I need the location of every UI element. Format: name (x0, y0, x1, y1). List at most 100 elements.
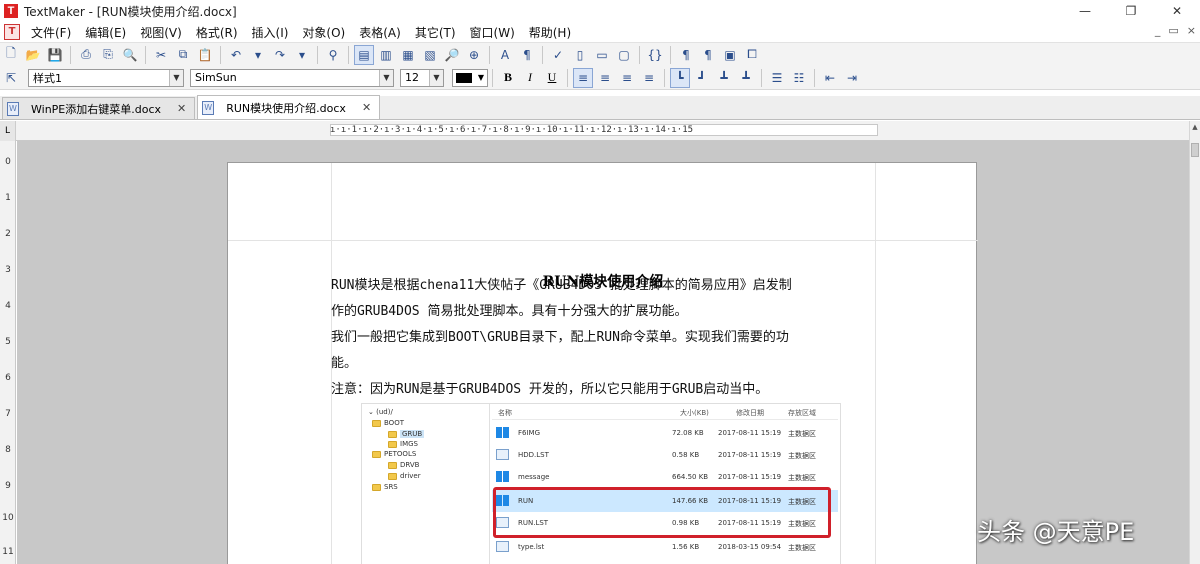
decimal-tab-icon[interactable]: ┻ (736, 68, 756, 88)
horizontal-ruler[interactable]: L ı·ı·1·ı·2·ı·3·ı·4·ı·5·ı·6·ı·7·ı·8·ı·9·… (0, 121, 1200, 141)
decrease-indent-icon[interactable]: ⇤ (820, 68, 840, 88)
close-button[interactable]: ✕ (1154, 0, 1200, 22)
find-binoculars-icon[interactable]: ⚲ (323, 45, 343, 65)
table-icon[interactable]: ▭ (592, 45, 612, 65)
toolbar-separator (145, 45, 146, 64)
menu-insert[interactable]: 插入(I) (245, 24, 296, 41)
undo-icon[interactable]: ↶ (226, 45, 246, 65)
menu-format[interactable]: 格式(R) (189, 24, 245, 41)
paste-icon[interactable]: 📋 (195, 45, 215, 65)
print-preview-icon[interactable]: 🔍 (120, 45, 140, 65)
hidden-text-icon[interactable]: ¶ (698, 45, 718, 65)
cut-icon[interactable]: ✂ (151, 45, 171, 65)
tab-close-icon[interactable]: ✕ (177, 102, 186, 115)
normal-view-icon[interactable]: ▤ (354, 44, 374, 65)
open-folder-icon[interactable]: 📂 (23, 45, 43, 65)
document-workspace[interactable]: RUN模块使用介绍 RUN模块是根据chena11大侠帖子《GRUB4DOS 批… (17, 141, 1189, 564)
export-pdf-icon[interactable]: ⎘ (98, 45, 118, 65)
center-tab-icon[interactable]: ┻ (714, 68, 734, 88)
save-icon[interactable]: 💾 (45, 45, 65, 65)
chevron-down-icon: ▼ (477, 73, 485, 82)
font-color-swatch (456, 72, 472, 83)
align-center-icon[interactable]: ≡ (595, 68, 615, 88)
ruler-number: 8 (5, 445, 11, 455)
new-document-icon[interactable]: 🗋 (1, 45, 21, 65)
watermark-text: 头条 @天意PE (977, 518, 1135, 546)
zoom-options-icon[interactable]: ⊕ (464, 45, 484, 65)
undo-dropdown-icon[interactable]: ▾ (248, 45, 268, 65)
paragraph-line[interactable]: RUN模块是根据chena11大侠帖子《GRUB4DOS 批处理脚本的简易应用》… (331, 273, 876, 299)
increase-indent-icon[interactable]: ⇥ (842, 68, 862, 88)
menu-edit[interactable]: 编辑(E) (78, 24, 133, 41)
redo-icon[interactable]: ↷ (270, 45, 290, 65)
tab-run-doc[interactable]: W RUN模块使用介绍.docx ✕ (197, 95, 381, 119)
templates-icon[interactable]: ⧠ (742, 45, 762, 65)
font-size-select[interactable]: 12 ▼ (400, 68, 444, 87)
paragraph-line[interactable]: 我们一般把它集成到BOOT\GRUB目录下，配上RUN命令菜单。实现我们需要的功 (331, 325, 876, 351)
align-left-icon[interactable]: ≡ (573, 67, 593, 88)
tab-winpe-doc[interactable]: W WinPE添加右键菜单.docx ✕ (2, 97, 196, 119)
scroll-up-icon[interactable]: ▲ (1191, 123, 1199, 131)
numbered-list-icon[interactable]: ☰ (767, 68, 787, 88)
tab-stop-selector[interactable]: L (0, 121, 16, 141)
column-header: 名称 (498, 409, 512, 417)
document-page[interactable]: RUN模块使用介绍 RUN模块是根据chena11大侠帖子《GRUB4DOS 批… (227, 162, 978, 564)
pointer-icon[interactable]: ⇱ (1, 68, 21, 88)
redo-dropdown-icon[interactable]: ▾ (292, 45, 312, 65)
menu-window[interactable]: 窗口(W) (463, 24, 522, 41)
justify-icon[interactable]: ≡ (639, 68, 659, 88)
spell-check-icon[interactable]: ✓ (548, 45, 568, 65)
menu-table[interactable]: 表格(A) (352, 24, 408, 41)
paragraph-line[interactable]: 作的GRUB4DOS 简易批处理脚本。具有十分强大的扩展功能。 (331, 299, 876, 325)
embedded-screenshot[interactable]: ⌄ (ud)/ BOOT GRUB IMGS PETOOLS DRVB driv… (361, 403, 841, 564)
menu-other[interactable]: 其它(T) (408, 24, 463, 41)
paragraph-line[interactable]: 能。 (331, 351, 876, 377)
copy-icon[interactable]: ⧉ (173, 45, 193, 65)
align-right-icon[interactable]: ≡ (617, 68, 637, 88)
page-view-icon[interactable]: ▧ (420, 45, 440, 65)
minimize-button[interactable]: — (1062, 0, 1108, 22)
text-file-icon (496, 541, 509, 552)
bulleted-list-icon[interactable]: ☷ (789, 68, 809, 88)
style-select[interactable]: 样式1 ▼ (28, 68, 184, 87)
master-page-icon[interactable]: ▦ (398, 45, 418, 65)
toolbar-separator (489, 45, 490, 64)
menu-object[interactable]: 对象(O) (295, 24, 352, 41)
folder-icon (372, 483, 381, 491)
document-properties-icon[interactable]: ▣ (720, 45, 740, 65)
bold-button[interactable]: B (498, 68, 518, 88)
show-formatting-icon[interactable]: ¶ (676, 45, 696, 65)
doc-close-button[interactable]: × (1187, 24, 1196, 37)
columns-icon[interactable]: ▯ (570, 45, 590, 65)
italic-button[interactable]: I (520, 68, 540, 88)
right-tab-icon[interactable]: ┛ (692, 68, 712, 88)
paragraph-format-icon[interactable]: ¶ (517, 45, 537, 65)
doc-minimize-button[interactable]: _ (1155, 24, 1161, 37)
font-select[interactable]: SimSun ▼ (190, 68, 394, 87)
frame-icon[interactable]: ▢ (614, 45, 634, 65)
doc-restore-button[interactable]: ▭ (1168, 24, 1178, 37)
close-icon: ✕ (1171, 4, 1183, 18)
vertical-scrollbar[interactable]: ▲ (1189, 121, 1200, 564)
menu-help[interactable]: 帮助(H) (522, 24, 578, 41)
paragraph-line[interactable]: 注意：因为RUN是基于GRUB4DOS 开发的，所以它只能用于GRUB启动当中。 (331, 377, 876, 403)
tab-close-icon[interactable]: ✕ (362, 101, 371, 114)
file-row: F6IMG 72.08 KB 2017-08-11 15:19 主数据区 (492, 422, 838, 444)
font-color-picker[interactable]: ▼ (452, 68, 488, 87)
character-format-icon[interactable]: A (495, 45, 515, 65)
margin-guide (228, 240, 978, 241)
print-icon[interactable]: ⎙ (76, 45, 96, 65)
fields-icon[interactable]: {} (645, 45, 665, 65)
menu-view[interactable]: 视图(V) (133, 24, 189, 41)
zoom-icon[interactable]: 🔎 (442, 45, 462, 65)
maximize-button[interactable]: ❐ (1108, 0, 1154, 22)
windows-file-icon (496, 471, 509, 482)
menu-file[interactable]: 文件(F) (24, 24, 78, 41)
left-tab-icon[interactable]: ┗ (670, 67, 690, 88)
document-menu-icon[interactable]: T (4, 24, 20, 40)
vertical-ruler[interactable]: 0 1 2 3 4 5 6 7 8 9 10 11 (0, 141, 16, 564)
scrollbar-thumb[interactable] (1191, 143, 1199, 157)
outline-view-icon[interactable]: ▥ (376, 45, 396, 65)
underline-button[interactable]: U (542, 68, 562, 88)
tree-label: driver (400, 472, 421, 480)
